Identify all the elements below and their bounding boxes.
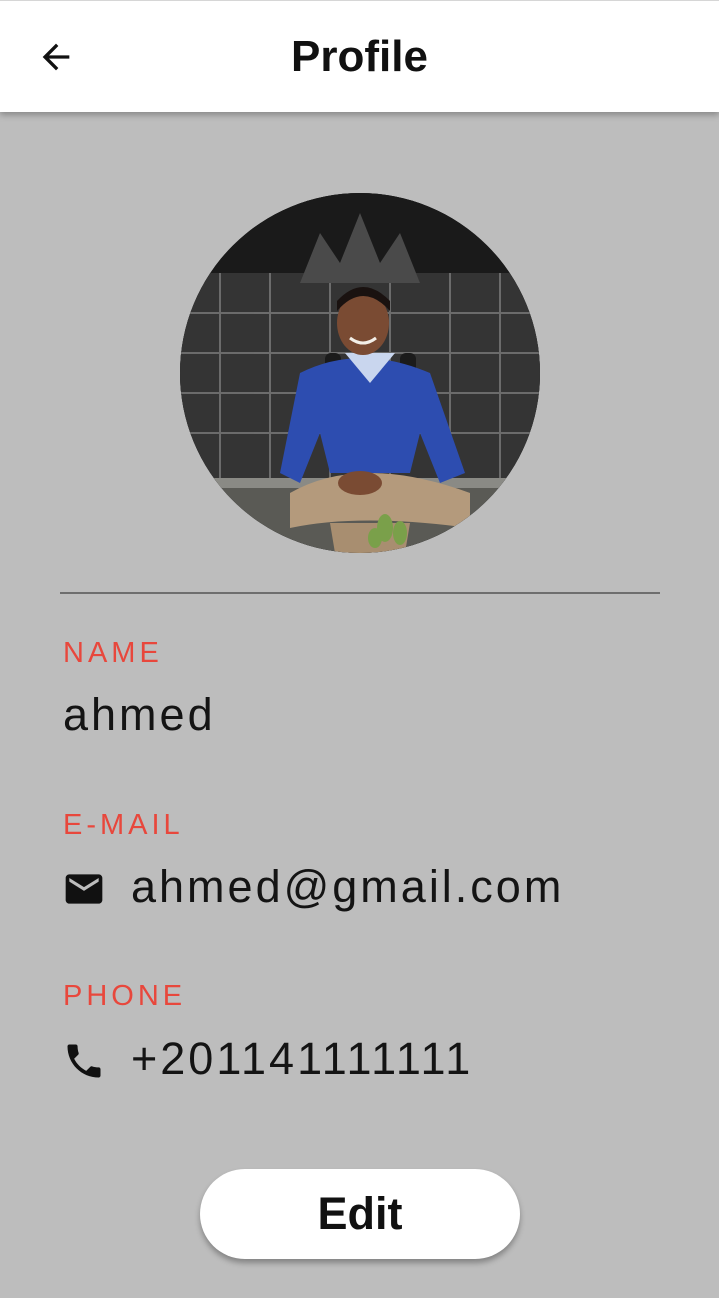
email-value: ahmed@gmail.com bbox=[131, 861, 565, 912]
phone-value: +201141111111 bbox=[131, 1033, 474, 1084]
name-value: ahmed bbox=[63, 689, 216, 740]
phone-label: PHONE bbox=[63, 980, 187, 1012]
app-bar: Profile bbox=[0, 0, 719, 112]
mail-icon bbox=[65, 874, 103, 904]
edit-button[interactable]: Edit bbox=[200, 1169, 520, 1259]
profile-content: NAME ahmed E-MAIL ahmed@gmail.com PHONE … bbox=[0, 112, 719, 1298]
page-title: Profile bbox=[291, 32, 428, 81]
email-label: E-MAIL bbox=[63, 809, 184, 841]
divider bbox=[60, 592, 660, 594]
phone-icon bbox=[67, 1044, 101, 1078]
profile-avatar bbox=[180, 193, 540, 553]
name-label: NAME bbox=[63, 637, 163, 669]
